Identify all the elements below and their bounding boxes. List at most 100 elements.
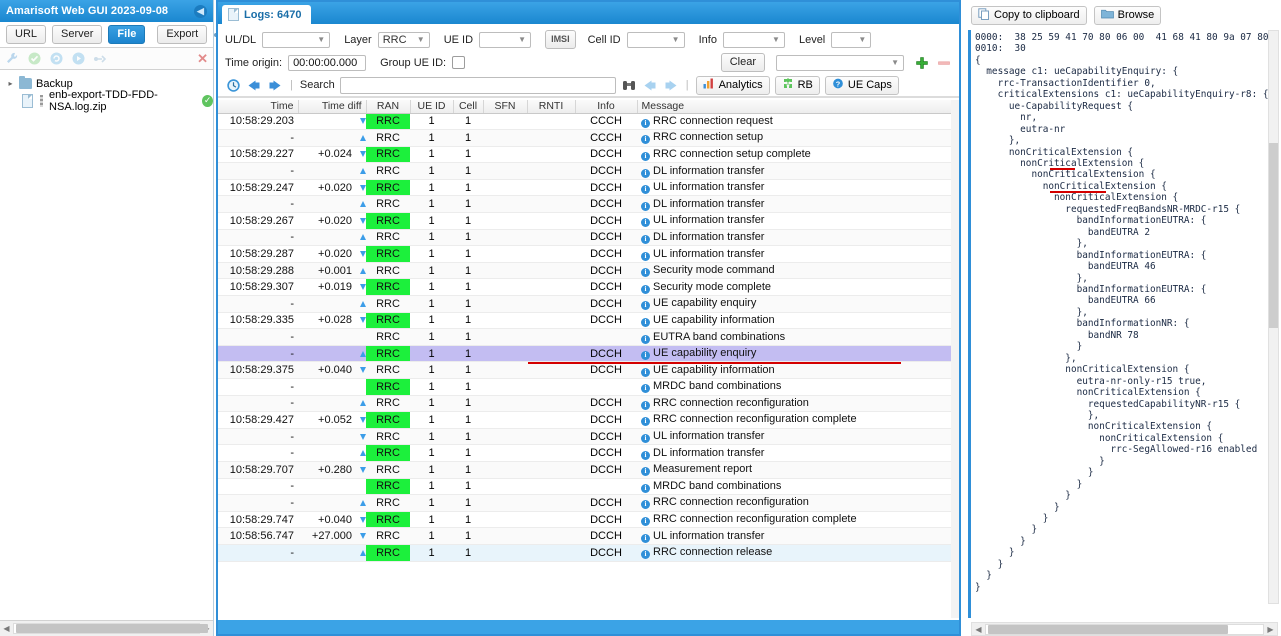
browse-button[interactable]: Browse <box>1093 5 1162 25</box>
clock-icon[interactable] <box>225 77 241 93</box>
copy-to-clipboard-button[interactable]: Copy to clipboard <box>971 5 1087 25</box>
table-row[interactable]: 10:58:29.287 +0.020 RRC 1 1 DCCH i UL informati… <box>218 245 951 263</box>
ue-caps-button[interactable]: ? UE Caps <box>824 75 899 95</box>
binoculars-icon[interactable] <box>621 77 637 93</box>
tab-logs[interactable]: Logs: 6470 <box>222 5 312 24</box>
cell-time-diff: +0.024 <box>298 146 356 164</box>
table-row[interactable]: 10:58:29.247 +0.020 RRC 1 1 DCCH i UL informati… <box>218 179 951 197</box>
cell-ue-id: 1 <box>410 361 453 379</box>
column-header-sfn[interactable]: SFN <box>483 100 528 114</box>
cell-ue-id: 1 <box>410 179 453 197</box>
table-row[interactable]: 10:58:29.307 +0.019 RRC 1 1 DCCH i Security mod… <box>218 278 951 297</box>
table-row[interactable]: - RRC 1 1 i EUTRA band combinations <box>218 328 951 346</box>
layer-select[interactable]: RRC ▼ <box>377 31 430 48</box>
cell-cell: 1 <box>453 544 483 562</box>
imsi-button[interactable]: IMSI <box>545 30 576 49</box>
export-button[interactable]: Export <box>157 25 208 44</box>
clear-button[interactable]: Clear <box>720 53 765 72</box>
scroll-track[interactable] <box>13 623 208 634</box>
column-header-cell[interactable]: Cell <box>453 100 484 114</box>
detail-text-area[interactable]: 0000: 38 25 59 41 70 80 06 00 41 68 41 8… <box>968 30 1277 618</box>
find-next-icon[interactable] <box>663 77 679 93</box>
table-row[interactable]: 10:58:56.747 +27.000 RRC 1 1 DCCH i UL informat… <box>218 527 951 545</box>
source-button-server[interactable]: Server <box>52 25 103 44</box>
cell-cell: 1 <box>453 278 483 297</box>
table-row[interactable]: 10:58:29.747 +0.040 RRC 1 1 DCCH i RRC connecti… <box>218 511 951 529</box>
column-header-time-diff[interactable]: Time diff <box>298 100 367 114</box>
scroll-left-arrow-icon[interactable]: ◀ <box>972 625 985 634</box>
play-circle-icon[interactable] <box>71 51 86 66</box>
step-back-icon[interactable] <box>246 77 262 93</box>
ueid-select[interactable]: ▼ <box>479 31 532 48</box>
plus-icon[interactable] <box>914 55 930 71</box>
close-x-icon[interactable]: ✕ <box>197 52 208 65</box>
column-header-ue-id[interactable]: UE ID <box>410 100 454 114</box>
cell-message: i DL information transfer <box>637 195 951 214</box>
tree-item-log-file[interactable]: enb-export-TDD-FDD-NSA.log.zip ✓ <box>0 89 213 113</box>
source-button-file[interactable]: File <box>108 25 146 44</box>
find-prev-icon[interactable] <box>642 77 658 93</box>
cell-message: i MRDC band combinations <box>637 478 951 496</box>
table-row[interactable]: - RRC 1 1 DCCH i DL information transfer <box>218 162 951 180</box>
check-circle-icon[interactable] <box>27 51 42 66</box>
table-row[interactable]: 10:58:29.267 +0.020 RRC 1 1 DCCH i UL informati… <box>218 212 951 230</box>
column-header-ran[interactable]: RAN <box>366 100 411 114</box>
table-row[interactable]: 10:58:29.203 RRC 1 1 CCCH i RRC connection req… <box>218 113 951 131</box>
scroll-track[interactable] <box>985 623 1264 635</box>
info-select[interactable]: ▼ <box>722 31 785 48</box>
search-input[interactable] <box>339 76 616 94</box>
source-button-url[interactable]: URL <box>6 25 47 44</box>
table-row[interactable]: - RRC 1 1 i MRDC band combinations <box>218 378 951 396</box>
left-panel-hscrollbar[interactable]: ◀ ▶ <box>0 620 213 636</box>
chevron-left-icon[interactable]: ◀ <box>194 4 207 18</box>
detail-hscrollbar[interactable]: ◀ ▶ <box>971 622 1278 636</box>
plug-icon[interactable] <box>93 51 108 66</box>
minus-icon[interactable] <box>936 55 952 71</box>
uldl-select[interactable]: ▼ <box>262 31 331 48</box>
detail-vscrollbar[interactable] <box>1268 30 1279 604</box>
level-select[interactable]: ▼ <box>831 31 872 48</box>
layer-value: RRC <box>382 33 407 46</box>
column-header-message[interactable]: Message <box>637 100 952 114</box>
column-header-rnti[interactable]: RNTI <box>527 100 576 114</box>
info-icon: i <box>641 317 650 327</box>
rb-button[interactable]: RB <box>774 75 820 95</box>
table-row[interactable]: 10:58:29.427 +0.052 RRC 1 1 DCCH i RRC connecti… <box>218 411 951 429</box>
cell-direction-icon <box>356 378 366 396</box>
table-row[interactable]: 10:58:29.227 +0.024 RRC 1 1 DCCH i RRC connecti… <box>218 146 951 164</box>
table-row[interactable]: - RRC 1 1 DCCH i UL information transfer <box>218 428 951 446</box>
group-ueid-checkbox[interactable] <box>452 56 466 69</box>
scroll-right-arrow-icon[interactable]: ▶ <box>1264 625 1277 634</box>
table-row[interactable]: - RRC 1 1 DCCH i DL information transfer <box>218 195 951 214</box>
scroll-thumb[interactable] <box>16 624 208 633</box>
cellid-select[interactable]: ▼ <box>626 31 685 48</box>
step-forward-icon[interactable] <box>267 77 283 93</box>
table-row[interactable]: - RRC 1 1 DCCH i RRC connection reconfiguratio… <box>218 395 951 413</box>
logs-table-vscrollbar[interactable] <box>951 100 959 618</box>
analytics-button[interactable]: Analytics <box>695 75 770 95</box>
wrench-icon[interactable] <box>5 51 20 66</box>
table-row[interactable]: 10:58:29.707 +0.280 RRC 1 1 DCCH i Measurement … <box>218 461 951 479</box>
time-origin-input[interactable]: 00:00:00.000 <box>288 54 367 71</box>
table-row[interactable]: - RRC 1 1 DCCH i DL information transfer <box>218 444 951 462</box>
table-row[interactable]: 10:58:29.288 +0.001 RRC 1 1 DCCH i Security mod… <box>218 262 951 280</box>
table-row[interactable]: - RRC 1 1 i MRDC band combinations <box>218 478 951 496</box>
table-row[interactable]: - RRC 1 1 DCCH i UE capability enquiry <box>218 295 951 313</box>
cell-time: - <box>218 162 298 180</box>
table-row[interactable]: 10:58:29.335 +0.028 RRC 1 1 DCCH i UE capabilit… <box>218 312 951 330</box>
preset-select[interactable]: ▼ <box>776 54 904 71</box>
table-row[interactable]: 10:58:29.375 +0.040 RRC 1 1 DCCH i UE capabilit… <box>218 361 951 379</box>
refresh-icon[interactable] <box>49 51 64 66</box>
table-row[interactable]: - RRC 1 1 DCCH i UE capability enquiry <box>218 345 951 363</box>
table-row[interactable]: - RRC 1 1 DCCH i RRC connection reconfiguratio… <box>218 494 951 512</box>
table-row[interactable]: - RRC 1 1 DCCH i DL information transfer <box>218 229 951 247</box>
twisty-icon[interactable]: ▸ <box>6 79 15 88</box>
scroll-thumb[interactable] <box>988 624 1228 634</box>
column-header-info[interactable]: Info <box>575 100 638 114</box>
cell-ue-id: 1 <box>410 146 453 164</box>
detail-vscroll-thumb[interactable] <box>1269 143 1278 328</box>
column-header-time[interactable]: Time <box>218 100 299 114</box>
scroll-left-arrow-icon[interactable]: ◀ <box>0 624 13 633</box>
table-row[interactable]: - RRC 1 1 CCCH i RRC connection setup <box>218 129 951 147</box>
table-row[interactable]: - RRC 1 1 DCCH i RRC connection release <box>218 544 951 562</box>
